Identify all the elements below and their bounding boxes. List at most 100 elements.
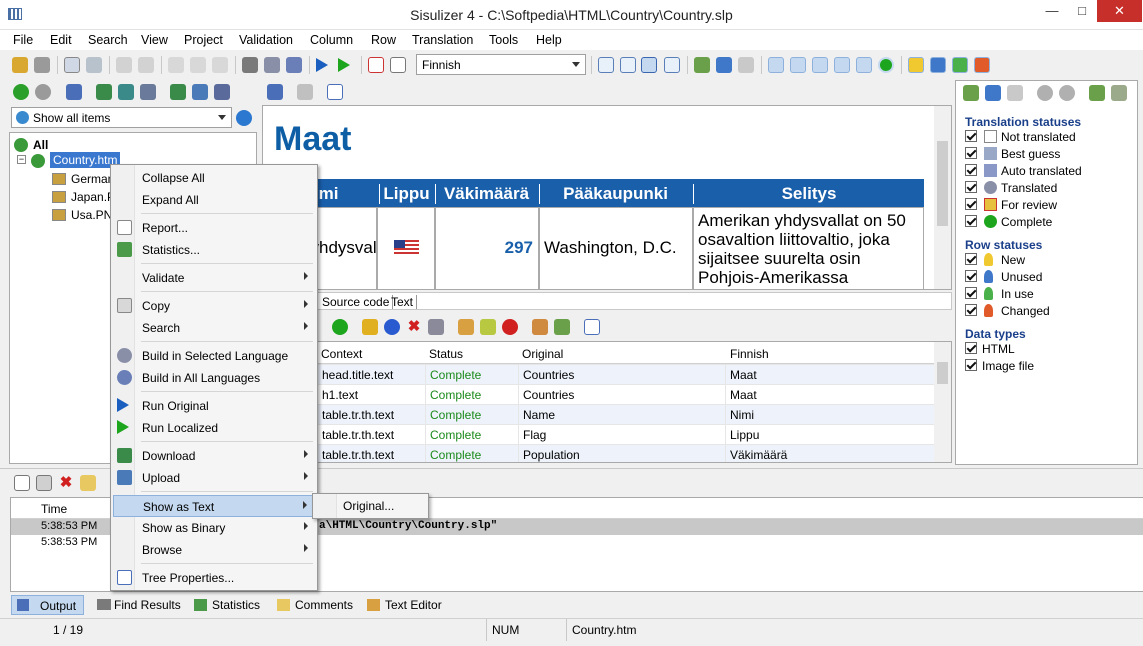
table-row[interactable]: table.tr.th.text Complete Flag Lippu (263, 424, 935, 445)
redo-icon[interactable] (138, 57, 154, 73)
print-icon[interactable] (86, 57, 102, 73)
filter-select[interactable]: Show all items (11, 107, 232, 128)
not-translated-icon[interactable] (768, 57, 784, 73)
print-icon[interactable] (428, 319, 444, 335)
layout-3-icon[interactable] (641, 57, 657, 73)
note-icon[interactable] (80, 475, 96, 491)
checkbox[interactable] (965, 304, 977, 316)
paste-icon[interactable] (212, 57, 228, 73)
back-icon[interactable] (13, 84, 29, 100)
tree-root[interactable]: All (33, 138, 48, 152)
add-filter-icon[interactable] (1089, 85, 1105, 101)
new-page-icon[interactable] (14, 475, 30, 491)
menu-search[interactable]: Search (88, 33, 128, 47)
checkbox[interactable] (965, 253, 977, 265)
build-icon[interactable] (264, 57, 280, 73)
properties-icon[interactable] (140, 84, 156, 100)
tab-find-results[interactable]: Find Results (94, 595, 184, 615)
layout-1-icon[interactable] (598, 57, 614, 73)
menu-item-statistics[interactable]: Statistics... (113, 239, 315, 261)
translated-icon[interactable] (834, 57, 850, 73)
add-source-icon[interactable] (96, 84, 112, 100)
cut-icon[interactable] (168, 57, 184, 73)
add-language-icon[interactable] (118, 84, 134, 100)
tab-source-code[interactable]: Source code (322, 295, 394, 309)
grid-header-context[interactable]: Context (321, 347, 362, 361)
validate-icon[interactable] (390, 57, 406, 73)
menu-edit[interactable]: Edit (50, 33, 72, 47)
cell-translation[interactable]: Lippu (725, 424, 935, 445)
cell-translation[interactable]: Maat (725, 364, 935, 385)
checkbox[interactable] (965, 181, 977, 193)
menu-item-run-localized[interactable]: Run Localized (113, 417, 315, 439)
table-row[interactable]: table.tr.th.text Complete Name Nimi (263, 404, 935, 425)
cell-translation[interactable]: Väkimäärä (725, 444, 935, 462)
menu-item-build-selected[interactable]: Build in Selected Language (113, 345, 315, 367)
checkbox[interactable] (965, 130, 977, 142)
run-localized-icon[interactable] (338, 58, 350, 72)
print-preview-icon[interactable] (64, 57, 80, 73)
grid-header-original[interactable]: Original (522, 347, 563, 361)
menu-help[interactable]: Help (536, 33, 562, 47)
minimize-button[interactable]: — (1037, 0, 1067, 22)
reload-icon[interactable] (297, 84, 313, 100)
menu-item-upload[interactable]: Upload (113, 467, 315, 489)
exchange-icon[interactable] (214, 84, 230, 100)
changed-row-icon[interactable] (974, 57, 990, 73)
tab-output[interactable]: Output (11, 595, 84, 615)
checkbox[interactable] (965, 147, 977, 159)
submenu-item-original[interactable]: Original... (343, 499, 394, 513)
scrollbar-thumb[interactable] (937, 141, 948, 226)
find-icon[interactable] (242, 57, 258, 73)
table-row[interactable]: head.title.text Complete Countries Maat (263, 364, 935, 385)
tab-comments[interactable]: Comments (276, 595, 354, 615)
clear-filter-icon[interactable] (738, 57, 754, 73)
delete-icon[interactable]: ✖ (406, 319, 422, 335)
back-icon[interactable] (1037, 85, 1053, 101)
forward-icon[interactable] (35, 84, 51, 100)
scan-icon[interactable] (66, 84, 82, 100)
best-guess-icon[interactable] (790, 57, 806, 73)
checkbox[interactable] (965, 359, 977, 371)
menu-view[interactable]: View (141, 33, 168, 47)
page-icon[interactable] (327, 84, 343, 100)
tab-text-editor[interactable]: Text Editor (366, 595, 446, 615)
menu-item-run-original[interactable]: Run Original (113, 395, 315, 417)
menu-item-build-all[interactable]: Build in All Languages (113, 367, 315, 389)
menu-project[interactable]: Project (184, 33, 223, 47)
info-icon[interactable] (384, 319, 400, 335)
undo-icon[interactable] (116, 57, 132, 73)
menu-item-download[interactable]: Download (113, 445, 315, 467)
unused-row-icon[interactable] (930, 57, 946, 73)
menu-item-show-as-text[interactable]: Show as Text (113, 495, 315, 517)
tab-statistics[interactable]: Statistics (193, 595, 263, 615)
language-select[interactable]: Finnish (416, 54, 586, 75)
import-icon[interactable] (170, 84, 186, 100)
home-icon[interactable] (267, 84, 283, 100)
output-header-time[interactable]: Time (41, 502, 67, 516)
menu-item-validate[interactable]: Validate (113, 267, 315, 289)
new-row-icon[interactable] (908, 57, 924, 73)
checkbox[interactable] (965, 270, 977, 282)
checkbox[interactable] (965, 164, 977, 176)
open-icon[interactable] (12, 57, 28, 73)
menu-translation[interactable]: Translation (412, 33, 473, 47)
menu-item-expand-all[interactable]: Expand All (113, 189, 315, 211)
report-icon[interactable] (368, 57, 384, 73)
cell-translation[interactable]: Maat (725, 384, 935, 405)
grid-header-finnish[interactable]: Finnish (730, 347, 769, 361)
table-row[interactable]: h1.text Complete Countries Maat (263, 384, 935, 405)
tab-text[interactable]: Text (391, 295, 418, 309)
menu-item-collapse-all[interactable]: Collapse All (113, 167, 315, 189)
menu-file[interactable]: File (13, 33, 33, 47)
menu-validation[interactable]: Validation (239, 33, 293, 47)
layout-2-icon[interactable] (620, 57, 636, 73)
lock-icon[interactable] (362, 319, 378, 335)
menu-tools[interactable]: Tools (489, 33, 518, 47)
in-use-row-icon[interactable] (952, 57, 968, 73)
complete-icon[interactable] (878, 57, 894, 73)
checkbox[interactable] (965, 215, 977, 227)
filter-icon[interactable] (554, 319, 570, 335)
copy-icon[interactable] (36, 475, 52, 491)
for-review-icon[interactable] (856, 57, 872, 73)
